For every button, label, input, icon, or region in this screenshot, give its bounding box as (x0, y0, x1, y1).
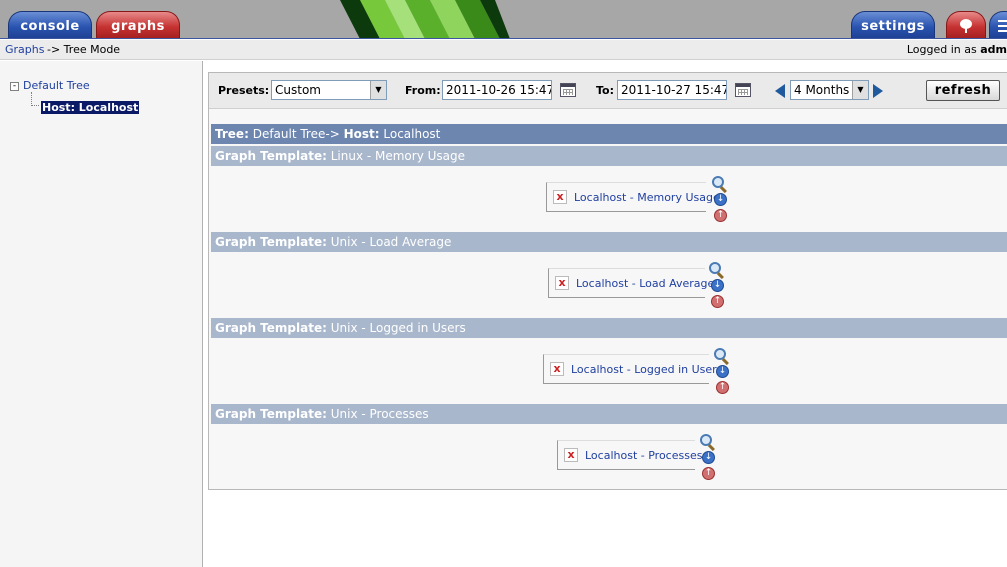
broken-image-icon: x (553, 190, 567, 204)
tree-item-host-localhost[interactable]: Host: Localhost (41, 101, 140, 114)
graph-template-name: Unix - Load Average (330, 235, 452, 249)
upload-icon[interactable]: ↑ (702, 467, 715, 480)
zoom-handle (721, 358, 729, 366)
graph-image[interactable]: x Localhost - Logged in Users (543, 354, 722, 384)
chevron-down-icon[interactable]: ▼ (370, 81, 386, 99)
presets-value: Custom (275, 83, 321, 97)
graph-title-link[interactable]: Localhost - Processes (585, 441, 702, 471)
download-icon[interactable]: ↓ (716, 365, 729, 378)
top-tab-bar: console graphs settings (0, 0, 1007, 39)
zoom-handle (707, 444, 715, 452)
calendar-icon[interactable] (735, 83, 751, 97)
graph-template-name: Unix - Logged in Users (330, 321, 466, 335)
header-stripes-graphic (340, 0, 510, 38)
tree-pane: - Default Tree Host: Localhost (0, 61, 203, 567)
tab-console[interactable]: console (8, 11, 92, 38)
shift-left-arrow-icon[interactable] (775, 84, 785, 98)
login-user: adm (980, 43, 1007, 56)
graph-action-icons: ↓ ↑ (714, 348, 732, 398)
from-label: From: (405, 84, 441, 97)
main-content: Presets: Custom ▼ From: 2011-10-26 15:47… (208, 72, 1007, 490)
graph-template-label: Graph Template: (215, 321, 327, 335)
list-icon (998, 20, 1007, 32)
graph-title-link[interactable]: Localhost - Load Average (576, 269, 714, 299)
graph-template-label: Graph Template: (215, 235, 327, 249)
presets-select[interactable]: Custom ▼ (271, 80, 387, 100)
broken-image-icon: x (564, 448, 578, 462)
download-icon[interactable]: ↓ (702, 451, 715, 464)
graph-template-label: Graph Template: (215, 149, 327, 163)
tab-tree-view[interactable] (946, 11, 986, 38)
graph-template-header: Graph Template: Unix - Load Average (211, 232, 1007, 252)
timespan-select[interactable]: 4 Months ▼ (790, 80, 869, 100)
presets-label: Presets: (218, 84, 270, 97)
zoom-handle (716, 272, 724, 280)
calendar-icon[interactable] (560, 83, 576, 97)
upload-icon[interactable]: ↑ (714, 209, 727, 222)
timespan-value: 4 Months (794, 83, 850, 97)
graph-image[interactable]: x Localhost - Processes (557, 440, 702, 470)
graph-template-name: Unix - Processes (330, 407, 429, 421)
tab-graphs[interactable]: graphs (96, 11, 180, 38)
upload-icon[interactable]: ↑ (716, 381, 729, 394)
host-header-label: Host: (343, 127, 380, 141)
login-status: Logged in as adm (907, 40, 1007, 60)
broken-image-icon: x (550, 362, 564, 376)
download-icon[interactable]: ↓ (711, 279, 724, 292)
upload-icon[interactable]: ↑ (711, 295, 724, 308)
graph-title-link[interactable]: Localhost - Memory Usage (574, 183, 720, 213)
graph-template-name: Linux - Memory Usage (330, 149, 466, 163)
tab-settings[interactable]: settings (851, 11, 935, 38)
graph-template-header: Graph Template: Unix - Logged in Users (211, 318, 1007, 338)
to-label: To: (596, 84, 614, 97)
tree-header-value: Default Tree-> (252, 127, 340, 141)
host-header-value: Localhost (383, 127, 441, 141)
tree-icon (960, 19, 972, 33)
to-date-input[interactable]: 2011-10-27 15:47 (617, 80, 727, 100)
graph-template-header: Graph Template: Linux - Memory Usage (211, 146, 1007, 166)
breadcrumb-bar: Graphs -> Tree Mode Logged in as adm (0, 40, 1007, 60)
tree-connector-line (31, 92, 39, 106)
tree-item-default-tree[interactable]: - Default Tree (10, 79, 90, 92)
refresh-button[interactable]: refresh (926, 80, 1000, 101)
download-icon[interactable]: ↓ (714, 193, 727, 206)
zoom-handle (719, 186, 727, 194)
tree-root-label[interactable]: Default Tree (23, 79, 90, 92)
tree-header-label: Tree: (215, 127, 249, 141)
graph-image[interactable]: x Localhost - Memory Usage (546, 182, 720, 212)
graph-action-icons: ↓ ↑ (712, 176, 730, 226)
tab-list-view[interactable] (989, 11, 1007, 38)
graph-template-header: Graph Template: Unix - Processes (211, 404, 1007, 424)
shift-right-arrow-icon[interactable] (873, 84, 883, 98)
collapse-icon[interactable]: - (10, 82, 19, 91)
from-date-input[interactable]: 2011-10-26 15:47 (442, 80, 552, 100)
tree-host-header: Tree: Default Tree-> Host: Localhost (211, 124, 1007, 144)
breadcrumb-current: -> Tree Mode (47, 43, 121, 56)
broken-image-icon: x (555, 276, 569, 290)
login-prefix: Logged in as (906, 43, 977, 56)
graph-action-icons: ↓ ↑ (700, 434, 718, 484)
graph-action-icons: ↓ ↑ (709, 262, 727, 312)
chevron-down-icon[interactable]: ▼ (852, 81, 868, 99)
graph-template-label: Graph Template: (215, 407, 327, 421)
graph-title-link[interactable]: Localhost - Logged in Users (571, 355, 722, 385)
filter-bar: Presets: Custom ▼ From: 2011-10-26 15:47… (209, 73, 1007, 109)
graph-image[interactable]: x Localhost - Load Average (548, 268, 714, 298)
breadcrumb-graphs-link[interactable]: Graphs (5, 40, 44, 60)
